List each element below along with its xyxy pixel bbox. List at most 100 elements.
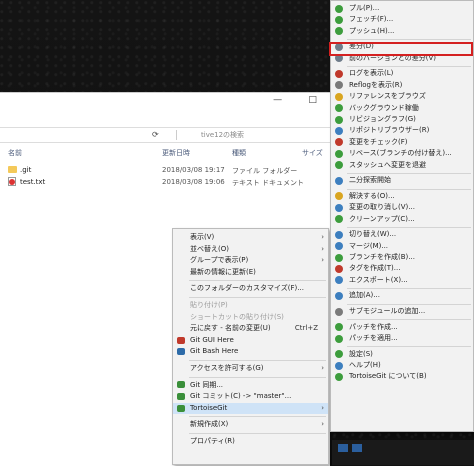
- menu-item-label: 追加(A)...: [349, 291, 380, 300]
- menu-item-label: Git 同期...: [190, 380, 224, 389]
- menu-item-label: サブモジュールの追加...: [349, 307, 426, 315]
- column-date[interactable]: 更新日時: [162, 148, 190, 158]
- tray-icon[interactable]: [338, 444, 348, 452]
- menu-item-icon: [335, 4, 343, 13]
- menu-item-label: ログを表示(L): [349, 69, 394, 78]
- chevron-right-icon: ›: [321, 244, 324, 253]
- menu-item-s[interactable]: 設定(S): [331, 349, 473, 360]
- menu-item-item[interactable]: サブモジュールの追加...: [331, 306, 473, 317]
- menu-item-h[interactable]: プッシュ(H)...: [331, 26, 473, 37]
- menu-item-icon: [335, 70, 343, 79]
- column-size[interactable]: サイズ: [302, 148, 323, 158]
- menu-item-o[interactable]: 並べ替え(O) ›: [173, 244, 328, 256]
- menu-item-l[interactable]: ログを表示(L): [331, 68, 473, 79]
- menu-item-icon: [335, 230, 343, 239]
- menu-item-item[interactable]: パッチを作成...: [331, 322, 473, 333]
- menu-item-x[interactable]: 新規作成(X) ›: [173, 419, 328, 431]
- menu-item-w[interactable]: 切り替え(W)...: [331, 229, 473, 240]
- tray-icon[interactable]: [352, 444, 362, 452]
- menu-item-s[interactable]: ショートカットの貼り付け(S): [173, 312, 328, 324]
- menu-item-f[interactable]: 変更をチェック(F): [331, 137, 473, 148]
- column-name[interactable]: 名前: [8, 148, 22, 158]
- menu-item-item[interactable]: 二分探索開始: [331, 175, 473, 186]
- menu-item-tortoisegit-b[interactable]: TortoiseGit について(B): [331, 371, 473, 382]
- file-name: .git: [20, 166, 32, 174]
- menu-item-o[interactable]: 解決する(O)...: [331, 191, 473, 202]
- menu-item-b[interactable]: ブランチを作成(B)...: [331, 252, 473, 263]
- menu-item-label: リポジトリブラウザー(R): [349, 126, 430, 135]
- menu-item-git-c-master[interactable]: Git コミット(C) -> "master"...: [173, 391, 328, 403]
- menu-separator: [347, 288, 471, 290]
- menu-item-t[interactable]: タグを作成(T)...: [331, 263, 473, 274]
- menu-item-x[interactable]: エクスポート(X)...: [331, 275, 473, 286]
- menu-item-p[interactable]: グループで表示(P) ›: [173, 255, 328, 267]
- menu-item-v[interactable]: 変更の取り消し(V)...: [331, 202, 473, 213]
- menu-item-g[interactable]: リビジョングラフ(G): [331, 114, 473, 125]
- file-row[interactable]: .git 2018/03/08 19:17 ファイル フォルダー: [0, 165, 330, 176]
- menu-item-a[interactable]: 追加(A)...: [331, 290, 473, 301]
- menu-item-e[interactable]: 最新の情報に更新(E): [173, 267, 328, 279]
- menu-item-label: TortoiseGit について(B): [349, 372, 427, 381]
- menu-item-label: Git Bash Here: [190, 347, 239, 356]
- column-type[interactable]: 種類: [232, 148, 246, 158]
- menu-item-label: 新規作成(X): [190, 420, 229, 429]
- menu-item-label: クリーンアップ(C)...: [349, 214, 415, 223]
- menu-item-label: 最新の情報に更新(E): [190, 267, 256, 276]
- menu-item-label: プッシュ(H)...: [349, 26, 395, 35]
- menu-item-label: パッチを適用...: [349, 334, 398, 342]
- menu-item-v[interactable]: 表示(V) ›: [173, 232, 328, 244]
- search-input[interactable]: tive12の検索: [176, 130, 351, 140]
- menu-separator: [189, 416, 326, 418]
- menu-item-g[interactable]: アクセスを許可する(G) ›: [173, 363, 328, 375]
- menu-separator: [189, 280, 326, 282]
- window-controls: — □: [260, 93, 330, 107]
- menu-item-label: ヘルプ(H): [349, 361, 381, 369]
- file-date: 2018/03/08 19:17: [162, 166, 225, 174]
- refresh-icon[interactable]: ⟳: [152, 130, 166, 140]
- menu-item-icon: [335, 215, 343, 224]
- folder-icon: [8, 166, 17, 173]
- column-headers: 名前 更新日時 種類 サイズ: [0, 147, 330, 159]
- menu-item-label: 切り替え(W)...: [349, 230, 397, 239]
- menu-item-r[interactable]: リポジトリブラウザー(R): [331, 125, 473, 136]
- menu-item-item[interactable]: リベース(ブランチの付け替え)...: [331, 148, 473, 159]
- menu-item-item[interactable]: パッチを適用...: [331, 333, 473, 344]
- menu-item-reflog-r[interactable]: Reflogを表示(R): [331, 80, 473, 91]
- menu-item-git-gui-here[interactable]: Git GUI Here: [173, 335, 328, 347]
- menu-item-icon: [177, 336, 185, 344]
- menu-item-icon: [335, 323, 343, 332]
- menu-item-tortoisegit[interactable]: TortoiseGit ›: [173, 402, 328, 415]
- menu-item-icon: [335, 192, 343, 201]
- menu-item-label: 元に戻す - 名前の変更(U): [190, 324, 271, 333]
- menu-separator: [347, 66, 471, 68]
- menu-item-f[interactable]: このフォルダーのカスタマイズ(F)...: [173, 283, 328, 295]
- menu-item-icon: [335, 81, 343, 90]
- menu-item-u[interactable]: 元に戻す - 名前の変更(U) Ctrl+Z: [173, 323, 328, 335]
- menu-item-p[interactable]: プル(P)...: [331, 3, 473, 14]
- menu-item-icon: [335, 161, 343, 170]
- menu-item-git-bash-here[interactable]: Git Bash Here: [173, 346, 328, 358]
- menu-item-icon: [335, 242, 343, 251]
- file-date: 2018/03/08 19:06: [162, 178, 225, 186]
- menu-item-icon: [335, 92, 343, 101]
- menu-item-p[interactable]: 貼り付け(P): [173, 300, 328, 312]
- menu-item-item[interactable]: スタッシュへ変更を退避: [331, 160, 473, 171]
- menu-item-label: フェッチ(F)...: [349, 15, 394, 24]
- menu-item-c[interactable]: クリーンアップ(C)...: [331, 214, 473, 225]
- menu-item-icon: [335, 176, 343, 185]
- minimize-button[interactable]: —: [273, 95, 282, 105]
- menu-separator: [347, 303, 471, 305]
- menu-item-item[interactable]: バックグラウンド稼働: [331, 103, 473, 114]
- menu-item-item[interactable]: リファレンスをブラウズ: [331, 91, 473, 102]
- menu-item-h[interactable]: ヘルプ(H): [331, 360, 473, 371]
- menu-item-label: 変更をチェック(F): [349, 137, 408, 146]
- address-bar: ⟳ tive12の検索: [0, 127, 330, 143]
- menu-item-m[interactable]: マージ(M)...: [331, 241, 473, 252]
- menu-item-git[interactable]: Git 同期...: [173, 380, 328, 392]
- menu-item-icon: [335, 334, 343, 343]
- file-row[interactable]: test.txt 2018/03/08 19:06 テキスト ドキュメント: [0, 177, 330, 188]
- maximize-button[interactable]: □: [308, 95, 317, 105]
- menu-item-label: ショートカットの貼り付け(S): [190, 312, 284, 321]
- menu-item-r[interactable]: プロパティ(R): [173, 436, 328, 448]
- menu-item-f[interactable]: フェッチ(F)...: [331, 14, 473, 25]
